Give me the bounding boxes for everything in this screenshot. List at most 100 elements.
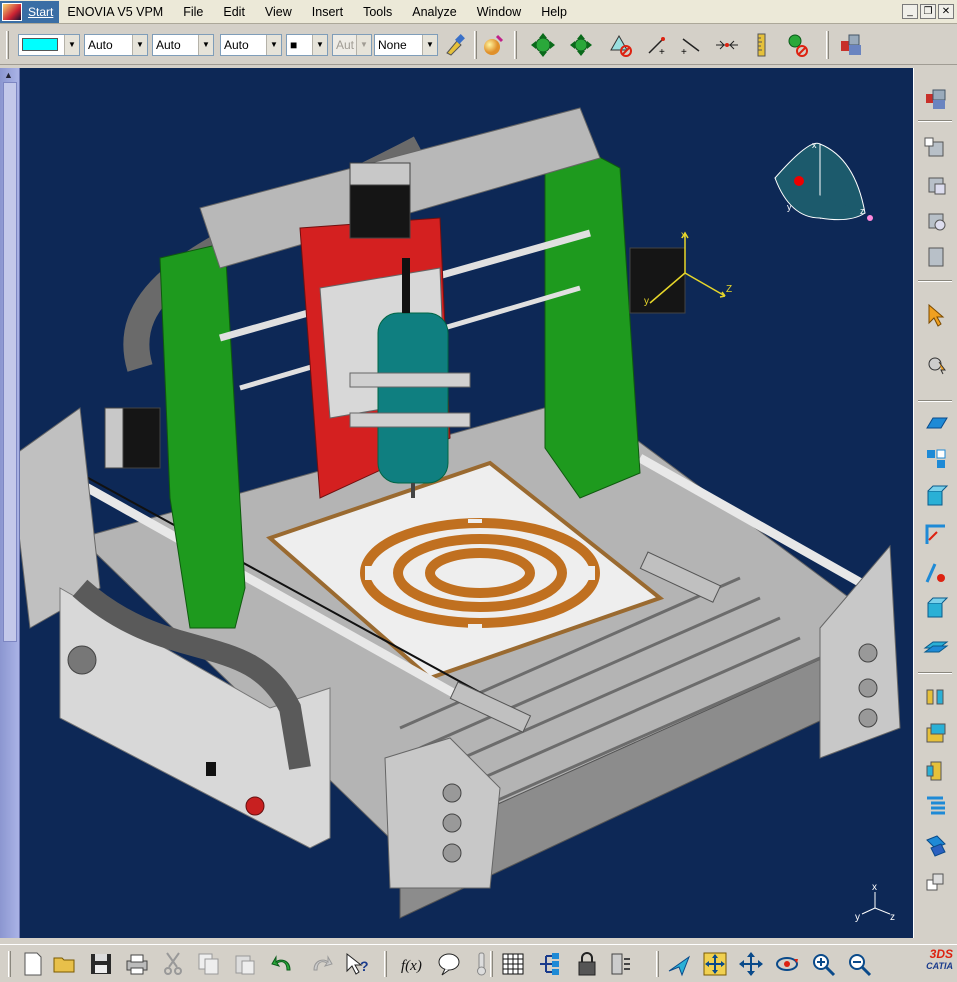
cut-button[interactable] [158,949,188,979]
contact-constraint-button[interactable] [920,444,952,474]
3d-viewport[interactable]: x y z x y Z x y z [20,68,913,938]
constraint-button[interactable] [712,31,742,59]
new-product-button[interactable] [920,170,952,200]
select-button[interactable] [920,300,952,330]
measure-button[interactable] [746,31,776,59]
psu-fan [67,645,97,675]
knowledge-advisor-button[interactable] [434,949,464,979]
toolbar-grip[interactable] [656,951,659,977]
bill-of-materials-button[interactable] [920,792,952,822]
update-button[interactable] [920,718,952,748]
emergency-stop-button[interactable] [245,796,265,816]
existing-component-button[interactable] [920,242,952,272]
section-button[interactable] [920,868,952,898]
menu-edit[interactable]: Edit [213,1,255,23]
menu-insert[interactable]: Insert [302,1,353,23]
manipulate-button[interactable] [920,350,952,380]
undo-button[interactable] [268,949,298,979]
restore-button[interactable]: ❐ [920,4,936,19]
lock-button[interactable] [572,949,602,979]
explode-button[interactable] [920,756,952,786]
toolbar-grip[interactable] [514,31,517,59]
menu-enovia[interactable]: ENOVIA V5 VPM [59,1,173,23]
reuse-pattern-button[interactable] [920,682,952,712]
toolbar-grip[interactable] [8,951,11,977]
new-button[interactable] [18,949,48,979]
corner-x-label: x [872,882,877,893]
zoom-in-button[interactable] [808,949,838,979]
fix-component-button[interactable] [920,558,952,588]
toolbar-grip[interactable] [490,951,493,977]
menu-tools[interactable]: Tools [353,1,402,23]
clash-analysis-button[interactable] [920,830,952,860]
transparency-dropdown[interactable]: Auto ▼ [84,34,148,56]
line-thickness-dropdown[interactable]: Auto ▼ [152,34,214,56]
paste-button[interactable] [230,949,260,979]
axis-button[interactable]: + [642,31,672,59]
product-button[interactable] [836,31,866,59]
spindle-body[interactable] [377,312,449,484]
menu-view[interactable]: View [255,1,302,23]
toolbar-grip[interactable] [6,31,9,59]
catalog-tree-icon [540,953,559,975]
scroll-up-icon[interactable]: ▲ [4,70,13,80]
coincidence-constraint-button[interactable] [920,408,952,438]
offset-constraint-button[interactable] [920,482,952,512]
layer-dropdown[interactable]: Aut ▼ [332,34,372,56]
tree-scrollbar[interactable]: ▲ [0,68,20,938]
fit-all-in-button[interactable] [700,949,730,979]
copy-button[interactable] [194,949,224,979]
pan-view-button[interactable] [736,949,766,979]
catalog-button[interactable] [534,949,564,979]
line-type-dropdown[interactable]: Auto ▼ [220,34,282,56]
toolbar-grip[interactable] [474,31,477,59]
menu-window[interactable]: Window [467,1,531,23]
rotate-view-icon [776,957,798,971]
color-swatch [22,38,58,51]
compass-red-dot[interactable] [794,176,804,186]
rotate-view-button[interactable] [772,949,802,979]
pan-button[interactable] [566,31,596,59]
render-style-dropdown[interactable]: None ▼ [374,34,438,56]
fly-mode-button[interactable] [664,949,694,979]
chevron-down-icon: ▼ [132,35,147,55]
point-symbol-dropdown[interactable]: ■ ▼ [286,34,328,56]
print-button[interactable] [122,949,152,979]
redo-button[interactable] [306,949,336,979]
view-compass[interactable]: x y z [774,140,873,221]
save-button[interactable] [86,949,116,979]
publication-button[interactable] [606,949,636,979]
open-button[interactable] [50,949,80,979]
whats-this-button[interactable]: ? [342,949,372,979]
fit-all-button[interactable] [528,31,558,59]
scrollbar-thumb[interactable] [3,82,17,642]
design-table-button[interactable] [498,949,528,979]
minimize-button[interactable]: _ [902,4,918,19]
compass-handle[interactable] [867,215,873,221]
menu-help[interactable]: Help [531,1,577,23]
close-button[interactable]: ✕ [938,4,954,19]
new-component-button[interactable] [920,134,952,164]
gantry-plate-right[interactable] [544,127,641,499]
toolbar-grip[interactable] [384,951,387,977]
power-switch[interactable] [206,762,216,776]
color-dropdown[interactable]: ▼ [18,34,80,56]
product-structure-button[interactable] [920,84,952,114]
formula-button[interactable]: f(x) [398,949,428,979]
cnc-router-model[interactable]: x y z x y Z x y z [20,68,913,938]
quick-constraint-button[interactable] [920,632,952,662]
start-menu[interactable]: Start [0,0,60,23]
menu-file[interactable]: File [173,1,213,23]
measure-item-button[interactable] [782,31,812,59]
menu-analyze[interactable]: Analyze [402,1,466,23]
painter-brush-button[interactable] [440,31,470,59]
zoom-out-button[interactable] [844,949,874,979]
new-part-button[interactable] [920,206,952,236]
angle-constraint-button[interactable] [920,520,952,550]
fix-together-button[interactable] [920,594,952,624]
hide-show-button[interactable] [606,31,636,59]
start-label: Start [28,4,54,19]
toolbar-grip[interactable] [826,31,829,59]
line-button[interactable]: + [676,31,706,59]
shading-sphere-button[interactable] [478,31,508,59]
